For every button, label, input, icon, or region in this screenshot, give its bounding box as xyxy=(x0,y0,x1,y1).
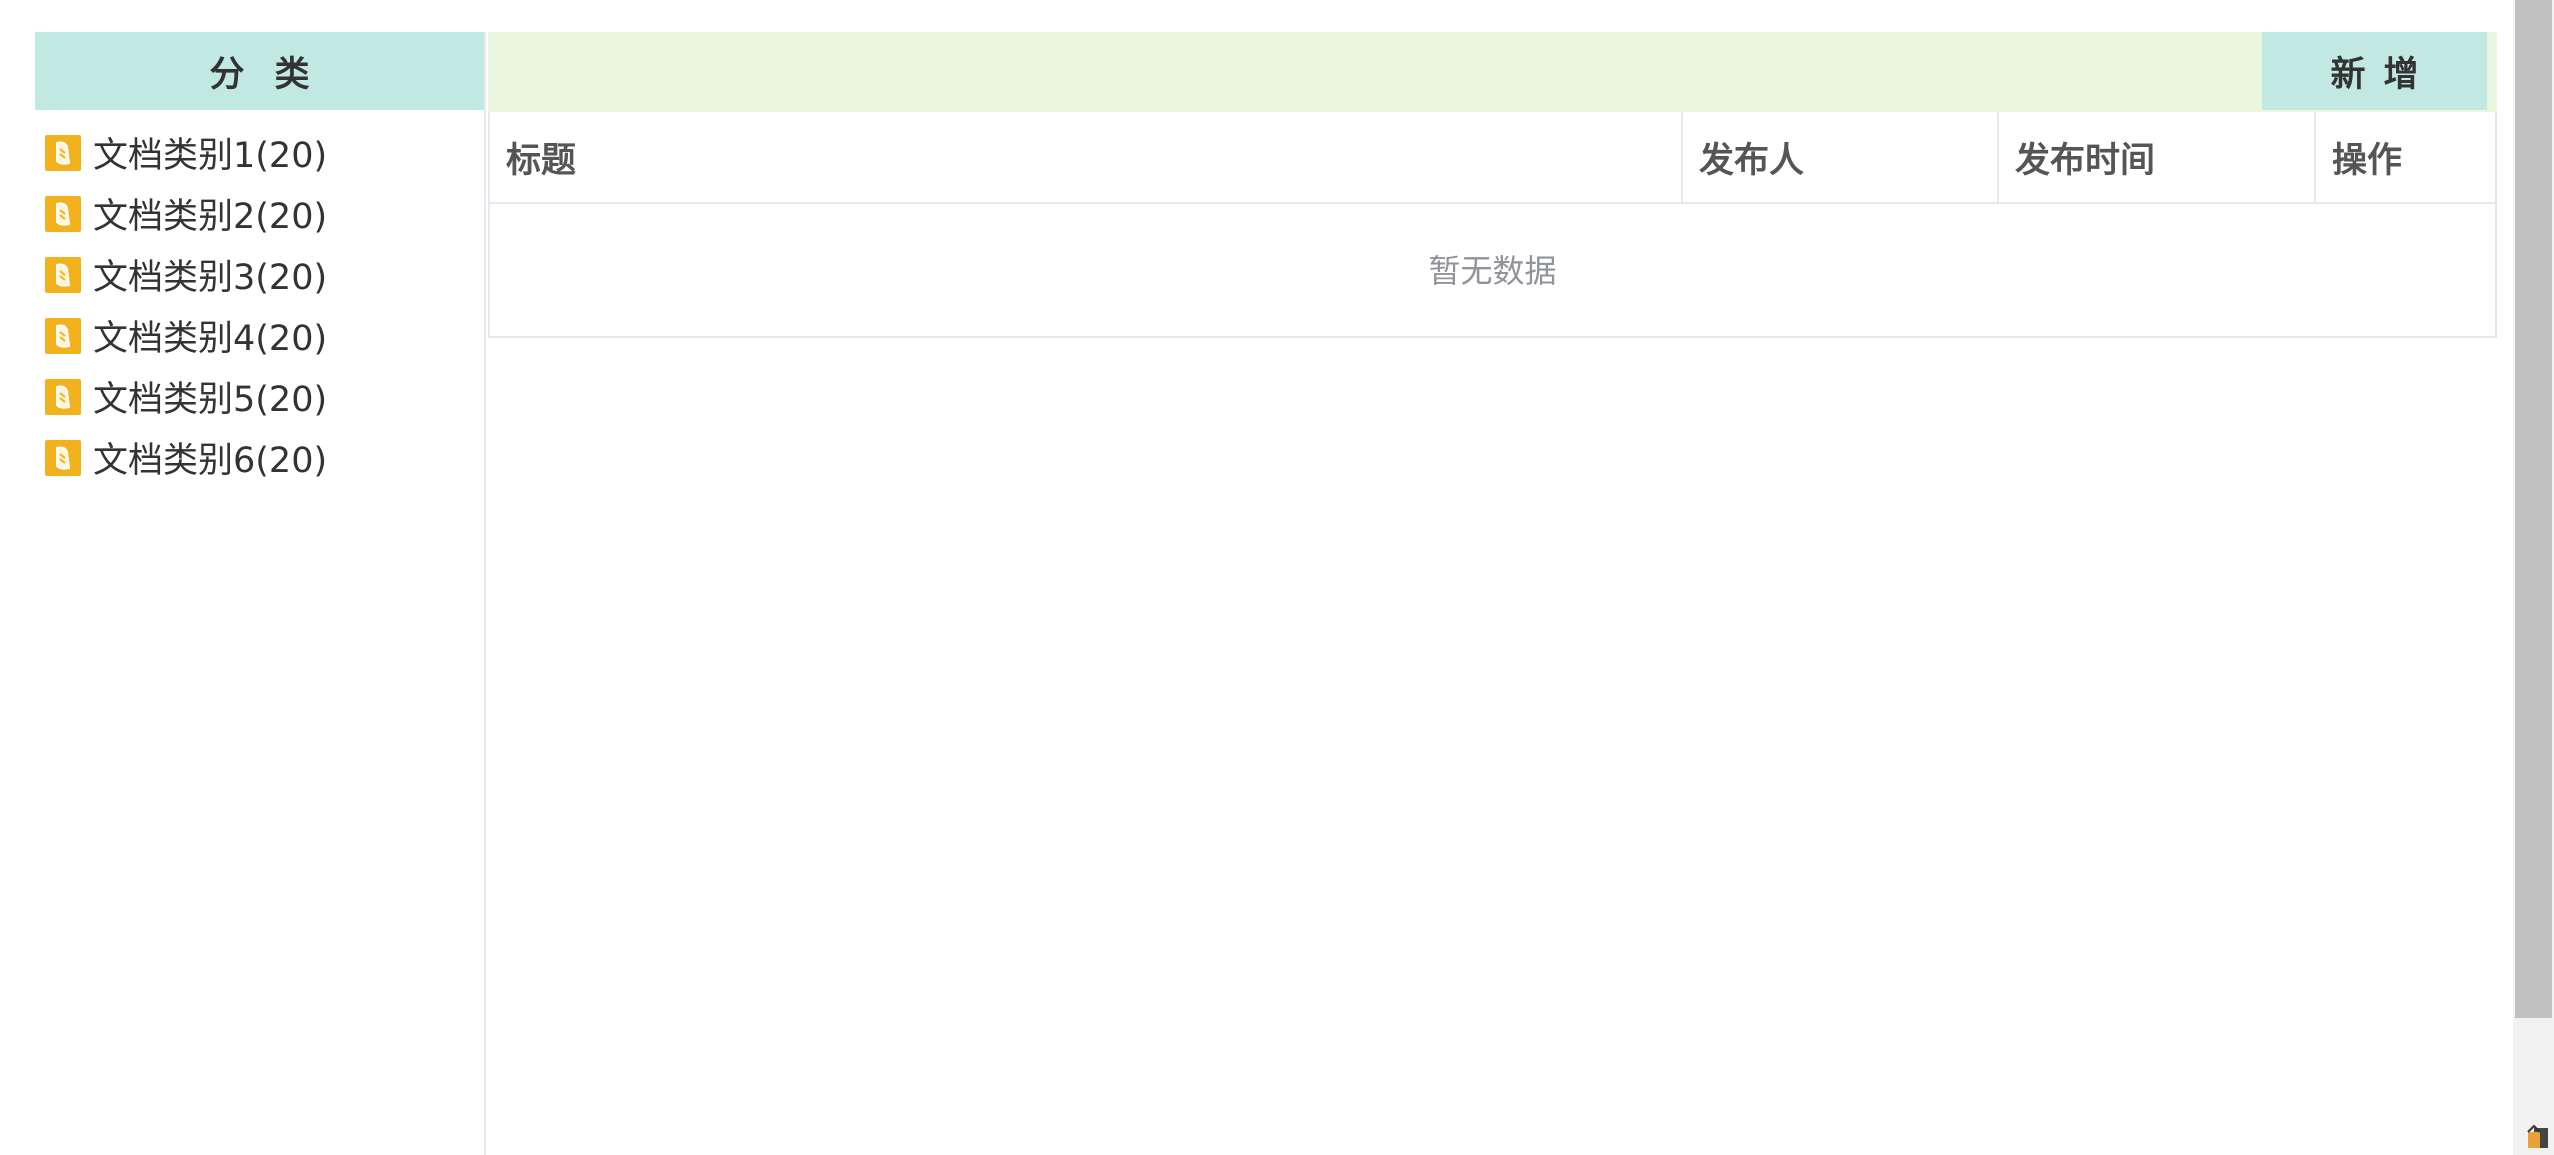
sidebar-item-category-2[interactable]: 文档类别2(20) xyxy=(35,183,484,244)
column-header-publish-time[interactable]: 发布时间 xyxy=(1999,112,2316,202)
category-list: 文档类别1(20) 文档类别2(20) 文档类别3(20) 文档类别4(20) … xyxy=(35,110,484,488)
category-sidebar: 分类 文档类别1(20) 文档类别2(20) 文档类别3(20) 文档类别4(2… xyxy=(35,32,486,1155)
category-folder-icon xyxy=(45,134,81,171)
category-folder-icon xyxy=(45,256,81,293)
category-folder-icon xyxy=(45,378,81,415)
sidebar-item-label: 文档类别5(20) xyxy=(93,380,328,420)
column-header-actions: 操作 xyxy=(2332,140,2403,181)
scrollbar-thumb[interactable] xyxy=(2515,0,2552,1018)
sidebar-item-category-4[interactable]: 文档类别4(20) xyxy=(35,305,484,366)
add-button[interactable]: 新增 xyxy=(2262,32,2487,110)
sidebar-item-label: 文档类别4(20) xyxy=(93,319,328,359)
sidebar-item-label: 文档类别6(20) xyxy=(93,441,328,481)
sidebar-item-category-1[interactable]: 文档类别1(20) xyxy=(35,122,484,183)
column-header-title[interactable]: 标题 xyxy=(490,112,1683,202)
empty-state-text: 暂无数据 xyxy=(1428,252,1557,290)
toolbar: 新增 xyxy=(488,32,2497,112)
column-header-publisher[interactable]: 发布人 xyxy=(1683,112,1999,202)
sidebar-item-label: 文档类别2(20) xyxy=(93,197,328,237)
document-table: 标题 发布人 发布时间 操作 暂无数据 xyxy=(488,112,2497,338)
main-panel: 新增 标题 发布人 发布时间 操作 暂无数据 xyxy=(488,32,2497,1155)
sidebar-item-label: 文档类别3(20) xyxy=(93,258,328,298)
sidebar-header: 分类 xyxy=(35,32,484,110)
corner-widget-icon xyxy=(2524,1122,2550,1150)
category-folder-icon xyxy=(45,317,81,354)
sidebar-item-category-6[interactable]: 文档类别6(20) xyxy=(35,427,484,488)
table-header: 标题 发布人 发布时间 操作 xyxy=(490,112,2495,204)
sidebar-item-category-5[interactable]: 文档类别5(20) xyxy=(35,366,484,427)
category-folder-icon xyxy=(45,195,81,232)
sidebar-item-label: 文档类别1(20) xyxy=(93,136,328,176)
category-folder-icon xyxy=(45,439,81,476)
sidebar-item-category-3[interactable]: 文档类别3(20) xyxy=(35,244,484,305)
